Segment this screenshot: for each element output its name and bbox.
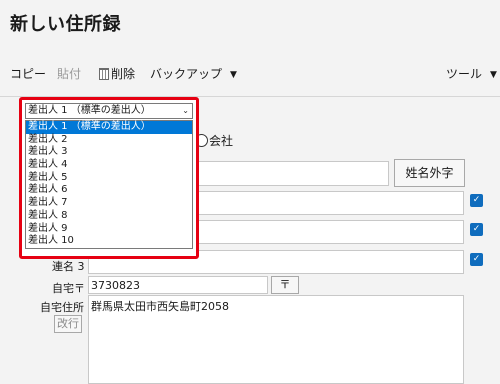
rengo2-input[interactable] (189, 220, 464, 244)
rengo1-checkbox[interactable]: ✓ (470, 194, 483, 207)
chevron-down-icon: ▼ (230, 70, 237, 80)
trash-icon (99, 68, 109, 80)
dropdown-option[interactable]: 差出人 3 (26, 146, 192, 159)
dropdown-option[interactable]: 差出人 2 (26, 134, 192, 147)
rengo3-label: 連名 3 (52, 260, 85, 273)
dropdown-option[interactable]: 差出人 5 (26, 172, 192, 185)
dropdown-option[interactable]: 差出人 9 (26, 223, 192, 236)
dropdown-option[interactable]: 差出人 1 （標準の差出人） (26, 121, 192, 134)
name-input[interactable] (189, 161, 389, 186)
sender-dropdown[interactable]: 差出人 1 （標準の差出人） ⌄ (25, 103, 193, 119)
rengo1-input[interactable] (189, 191, 464, 215)
name-gaiji-button[interactable]: 姓名外字 (394, 159, 465, 187)
sender-dropdown-highlight: 差出人 1 （標準の差出人） ⌄ 差出人 1 （標準の差出人） 差出人 2 差出… (19, 97, 199, 259)
address-value: 群馬県太田市西矢島町2058 (91, 300, 229, 313)
rengo2-checkbox[interactable]: ✓ (470, 223, 483, 236)
dropdown-option[interactable]: 差出人 10 (26, 235, 192, 248)
app-title: 新しい住所録 (10, 14, 121, 35)
delete-label: 削除 (111, 67, 136, 81)
copy-button[interactable]: コピー (10, 65, 46, 82)
dropdown-option[interactable]: 差出人 8 (26, 210, 192, 223)
postal-search-button[interactable]: 〒 (271, 276, 299, 294)
paste-button[interactable]: 貼付 (57, 65, 81, 82)
tools-menu-button[interactable]: ツール ▼ (446, 65, 497, 82)
dropdown-option[interactable]: 差出人 7 (26, 197, 192, 210)
sender-dropdown-value: 差出人 1 （標準の差出人） (28, 105, 151, 116)
dropdown-option[interactable]: 差出人 6 (26, 184, 192, 197)
toolbar: コピー 貼付 削除 バックアップ ▼ ツール ▼ (0, 56, 500, 90)
address-label: 自宅住所 (40, 301, 84, 314)
delete-button[interactable]: 削除 (99, 65, 135, 82)
chevron-down-icon: ▼ (490, 70, 497, 80)
tools-label: ツール (446, 67, 483, 81)
sender-dropdown-list: 差出人 1 （標準の差出人） 差出人 2 差出人 3 差出人 4 差出人 5 差… (25, 120, 193, 249)
postal-value: 3730823 (91, 279, 140, 292)
backup-label: バックアップ (150, 67, 223, 81)
dropdown-option[interactable]: 差出人 4 (26, 159, 192, 172)
newline-button[interactable]: 改行 (54, 315, 82, 333)
postal-label: 自宅〒 (52, 282, 85, 295)
backup-menu-button[interactable]: バックアップ ▼ (150, 65, 237, 82)
company-radio-label: 会社 (209, 134, 234, 148)
chevron-down-icon: ⌄ (182, 106, 189, 115)
rengo3-checkbox[interactable]: ✓ (470, 253, 483, 266)
